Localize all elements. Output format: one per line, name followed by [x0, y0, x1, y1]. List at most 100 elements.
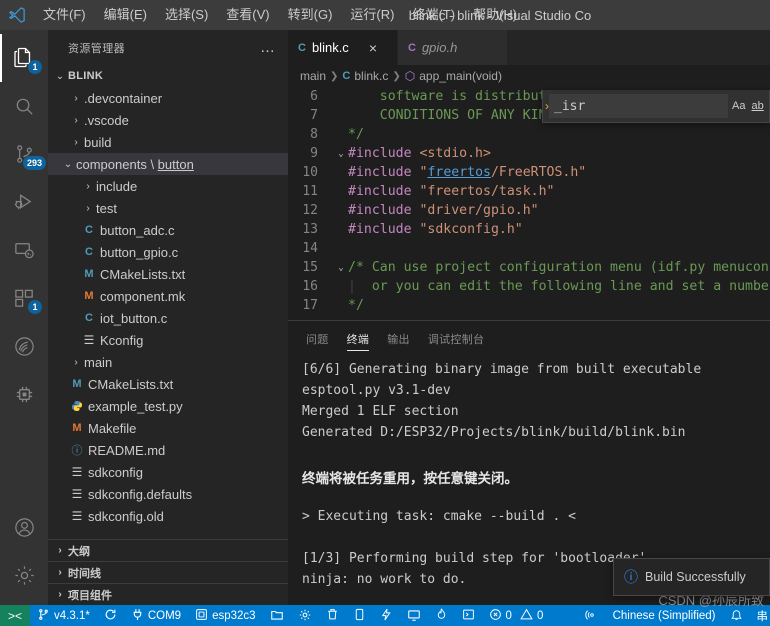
sidebar-section-timeline[interactable]: › 时间线 [48, 561, 288, 583]
breadcrumb-item-symbol[interactable]: app_main(void) [419, 69, 502, 83]
find-options: Aa ab ⁎ [728, 100, 770, 113]
status-problems[interactable]: 0 0 [482, 605, 551, 626]
chevron-right-icon: › [58, 589, 62, 600]
panel-tab-output[interactable]: 输出 [379, 321, 418, 356]
status-target-chip[interactable]: esp32c3 [188, 605, 262, 626]
vscode-window: 文件(F) 编辑(E) 选择(S) 查看(V) 转到(G) 运行(R) 终端(T… [0, 0, 770, 626]
panel-tab-problems[interactable]: 问题 [298, 321, 337, 356]
chip-icon [195, 608, 208, 623]
code-text: #include "sdkconfig.h" [348, 222, 523, 237]
activity-source-control[interactable]: 293 [0, 130, 48, 178]
tree-row-vscode[interactable]: › .vscode [48, 109, 288, 131]
bottom-panel: 问题 终端 输出 调试控制台 [6/6] Generating binary i… [288, 320, 770, 608]
chevron-down-icon: ⌄ [55, 70, 65, 82]
activity-remote-explorer[interactable] [0, 226, 48, 274]
tree-row-button-adc-c[interactable]: C button_adc.c [48, 219, 288, 241]
remote-indicator[interactable]: >< [0, 605, 31, 626]
fold-chevron-icon[interactable]: ⌄ [334, 149, 348, 159]
code-text: CONDITIONS OF ANY KIND [379, 108, 555, 123]
panel-tab-terminal[interactable]: 终端 [339, 321, 378, 356]
tree-row-sdkconfig[interactable]: ☰ sdkconfig [48, 461, 288, 483]
file-tree: ⌄ BLINK › .devcontainer › .vscode › buil… [48, 65, 288, 539]
status-language-mode[interactable]: Chinese (Simplified) [606, 605, 723, 626]
status-notifications[interactable] [723, 605, 750, 626]
tree-row-sdkconfig-defaults[interactable]: ☰ sdkconfig.defaults [48, 483, 288, 505]
menu-view[interactable]: 查看(V) [217, 2, 278, 28]
status-monitor[interactable] [400, 605, 428, 626]
tree-label: .vscode [84, 112, 129, 128]
match-case-icon[interactable]: Aa [732, 100, 745, 112]
tree-row-test[interactable]: › test [48, 197, 288, 219]
status-clean[interactable] [319, 605, 346, 626]
notification-toast[interactable]: ⓘ Build Successfully [613, 558, 770, 596]
status-terminal[interactable] [455, 605, 482, 626]
tree-row-main[interactable]: › main [48, 351, 288, 373]
menu-terminal[interactable]: 终端(T) [403, 2, 464, 28]
status-branch[interactable]: v4.3.1* [30, 605, 97, 626]
section-label: 大纲 [68, 545, 90, 558]
tree-row-cmakelists-component[interactable]: M CMakeLists.txt [48, 263, 288, 285]
source-control-badge: 293 [22, 156, 46, 170]
activity-run-debug[interactable] [0, 178, 48, 226]
fold-chevron-icon[interactable]: ⌄ [334, 263, 348, 273]
tab-blink-c[interactable]: C blink.c × [288, 30, 398, 65]
tree-row-readme-md[interactable]: ⓘ README.md [48, 439, 288, 461]
activity-explorer[interactable]: 1 [0, 34, 48, 82]
tree-label: Makefile [88, 420, 137, 436]
activity-chip[interactable] [0, 370, 48, 418]
c-file-icon: C [85, 312, 93, 324]
close-icon[interactable]: × [369, 41, 377, 55]
activity-accounts[interactable] [0, 503, 48, 551]
tree-row-components[interactable]: ⌄ components \ button [48, 153, 288, 175]
tree-row-blink[interactable]: ⌄ BLINK [48, 65, 288, 87]
status-sync[interactable] [97, 605, 124, 626]
status-flame[interactable] [428, 605, 455, 626]
code-editor[interactable]: 6 software is distribute 7 CONDITIONS OF … [288, 87, 770, 320]
tree-row-devcontainer[interactable]: › .devcontainer [48, 87, 288, 109]
tree-row-build[interactable]: › build [48, 131, 288, 153]
trash-icon [326, 608, 339, 623]
tree-row-example-test-py[interactable]: example_test.py [48, 395, 288, 417]
tree-row-makefile[interactable]: M Makefile [48, 417, 288, 439]
code-text: /* Can use project configuration menu (i… [348, 260, 770, 275]
menu-help[interactable]: 帮助(H) [464, 2, 526, 28]
status-tail[interactable]: 串 [750, 605, 770, 626]
menu-file[interactable]: 文件(F) [34, 2, 95, 28]
activity-settings[interactable] [0, 551, 48, 599]
line-number: 7 [310, 108, 318, 123]
tree-label: build [84, 134, 112, 150]
tree-row-iot-button-c[interactable]: C iot_button.c [48, 307, 288, 329]
activity-extensions[interactable]: 1 [0, 274, 48, 322]
whole-word-icon[interactable]: ab [751, 100, 763, 112]
status-folder[interactable] [263, 605, 291, 626]
tree-row-include[interactable]: › include [48, 175, 288, 197]
breadcrumb-item-file[interactable]: blink.c [354, 69, 388, 83]
panel-tab-debug-console[interactable]: 调试控制台 [420, 321, 493, 356]
sidebar-section-outline[interactable]: › 大纲 [48, 539, 288, 561]
line-number: 12 [302, 203, 318, 218]
status-serial-port[interactable]: COM9 [124, 605, 188, 626]
tree-row-button-gpio-c[interactable]: C button_gpio.c [48, 241, 288, 263]
tree-row-sdkconfig-old[interactable]: ☰ sdkconfig.old [48, 505, 288, 527]
status-flash-device[interactable] [346, 605, 373, 626]
sidebar-section-project-components[interactable]: › 项目组件 [48, 583, 288, 605]
error-icon [489, 608, 502, 623]
tree-row-cmakelists-root[interactable]: M CMakeLists.txt [48, 373, 288, 395]
menu-edit[interactable]: 编辑(E) [95, 2, 156, 28]
tree-label: README.md [88, 442, 166, 458]
code-text: */ [348, 127, 364, 142]
menu-go[interactable]: 转到(G) [279, 2, 342, 28]
tab-gpio-h[interactable]: C gpio.h × [398, 30, 508, 65]
breadcrumb-item-folder[interactable]: main [300, 69, 326, 83]
menu-run[interactable]: 运行(R) [341, 2, 403, 28]
status-flash[interactable] [373, 605, 400, 626]
tree-row-component-mk[interactable]: M component.mk [48, 285, 288, 307]
find-input[interactable] [549, 94, 728, 118]
status-build[interactable] [291, 605, 319, 626]
sidebar-more-actions[interactable]: … [256, 39, 280, 56]
status-radio[interactable] [578, 605, 606, 626]
activity-search[interactable] [0, 82, 48, 130]
tree-row-kconfig[interactable]: ☰ Kconfig [48, 329, 288, 351]
menu-selection[interactable]: 选择(S) [156, 2, 217, 28]
activity-espressif[interactable] [0, 322, 48, 370]
